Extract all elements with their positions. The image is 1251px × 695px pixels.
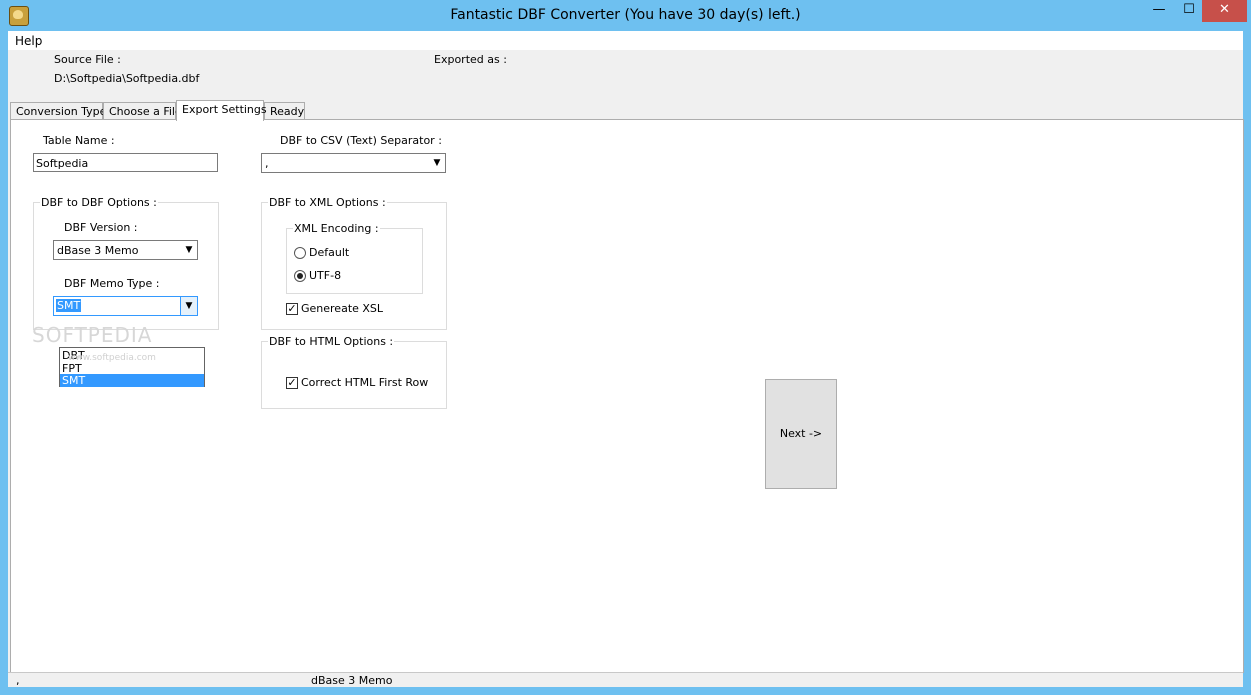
source-file-label: Source File : [54,53,121,66]
csv-separator-value: , [265,157,269,170]
memo-option-smt[interactable]: SMT [60,374,204,387]
encoding-utf8-radio[interactable] [294,270,306,282]
encoding-default-radio[interactable] [294,247,306,259]
chevron-down-icon[interactable]: ▼ [181,241,197,259]
chevron-down-icon[interactable]: ▼ [180,297,197,315]
title-bar[interactable]: Fantastic DBF Converter (You have 30 day… [0,0,1251,31]
correct-html-label: Correct HTML First Row [301,376,429,389]
encoding-utf8-label: UTF-8 [309,269,342,282]
table-name-input[interactable]: Softpedia [33,153,218,172]
dbf-to-html-title: DBF to HTML Options : [268,335,395,348]
minimize-button[interactable]: — [1142,0,1176,22]
dbf-to-xml-title: DBF to XML Options : [268,196,387,209]
memo-type-select[interactable]: SMT ▼ [53,296,198,316]
xml-encoding-title: XML Encoding : [293,222,380,235]
tab-conversion-type[interactable]: Conversion Type [10,102,106,120]
encoding-default-label: Default [309,246,350,259]
csv-separator-select[interactable]: , ▼ [261,153,446,173]
dbf-to-xml-group: DBF to XML Options : XML Encoding : Defa… [261,196,447,330]
memo-type-value: SMT [56,299,82,312]
status-middle: dBase 3 Memo [311,674,393,687]
status-bar: , dBase 3 Memo [8,672,1243,688]
dbf-version-value: dBase 3 Memo [57,244,139,257]
menu-help[interactable]: Help [15,34,42,48]
app-window: Fantastic DBF Converter (You have 30 day… [0,0,1251,695]
window-title: Fantastic DBF Converter (You have 30 day… [450,7,801,23]
menu-bar: Help [8,31,1243,50]
memo-type-label: DBF Memo Type : [64,277,160,290]
client-area: Help Source File : D:\Softpedia\Softpedi… [8,31,1244,688]
exported-as-label: Exported as : [434,53,507,66]
dbf-to-html-group: DBF to HTML Options : ✓ Correct HTML Fir… [261,335,447,409]
close-button[interactable]: ✕ [1202,0,1247,22]
dbf-version-label: DBF Version : [64,221,138,234]
xml-encoding-group: XML Encoding : Default UTF-8 [286,222,423,294]
table-name-label: Table Name : [43,134,115,147]
dbf-version-select[interactable]: dBase 3 Memo ▼ [53,240,198,260]
dbf-to-dbf-group: DBF to DBF Options : DBF Version : dBase… [33,196,219,330]
dbf-to-dbf-title: DBF to DBF Options : [40,196,158,209]
status-left: , [16,674,20,687]
correct-html-checkbox[interactable]: ✓ [286,377,298,389]
tab-choose-file[interactable]: Choose a File [103,102,182,120]
source-file-path: D:\Softpedia\Softpedia.dbf [54,72,200,85]
softpedia-watermark-url: www.softpedia.com [68,353,156,363]
csv-separator-label: DBF to CSV (Text) Separator : [280,134,442,147]
generate-xsl-checkbox[interactable]: ✓ [286,303,298,315]
tab-export-settings[interactable]: Export Settings [176,100,267,121]
generate-xsl-label: Genereate XSL [301,302,384,315]
export-settings-panel: Table Name : Softpedia DBF to CSV (Text)… [10,119,1244,673]
maximize-button[interactable]: ☐ [1176,0,1202,22]
chevron-down-icon[interactable]: ▼ [429,154,445,172]
next-button[interactable]: Next -> [765,379,837,489]
tab-ready[interactable]: Ready [264,102,305,120]
